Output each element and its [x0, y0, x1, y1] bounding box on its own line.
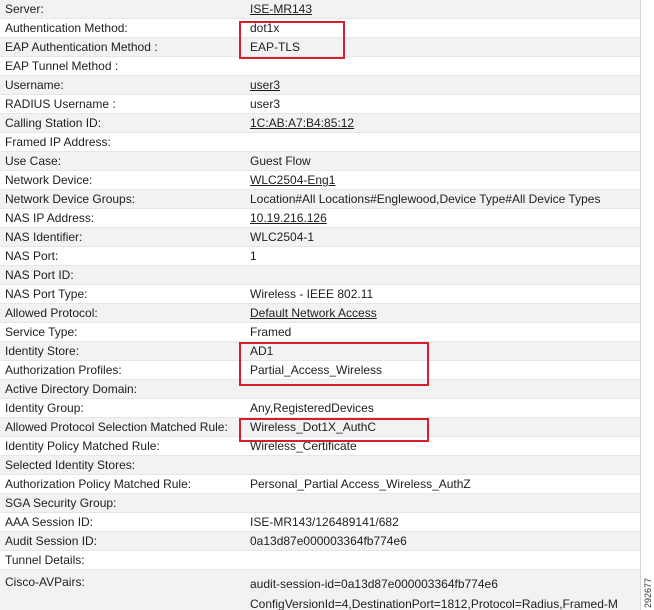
authentication-method-label: Authentication Method: — [5, 21, 128, 35]
detail-row-eap-tunnel-method: EAP Tunnel Method : — [0, 57, 640, 76]
allowed-protocol-label: Allowed Protocol: — [5, 306, 98, 320]
detail-row-tunnel-details: Tunnel Details: — [0, 551, 640, 570]
nas-port-type-label: NAS Port Type: — [5, 287, 88, 301]
audit-session-id-value: 0a13d87e000003364fb774e6 — [250, 534, 407, 548]
detail-row-aaa-session-id: AAA Session ID: ISE-MR143/126489141/682 — [0, 513, 640, 532]
radius-username-label: RADIUS Username : — [5, 97, 116, 111]
detail-row-sga-security-group: SGA Security Group: — [0, 494, 640, 513]
allowed-protocol-link[interactable]: Default Network Access — [250, 304, 377, 323]
authorization-policy-matched-rule-label: Authorization Policy Matched Rule: — [5, 477, 192, 491]
service-type-value: Framed — [250, 325, 292, 339]
detail-row-authorization-policy-matched-rule: Authorization Policy Matched Rule: Perso… — [0, 475, 640, 494]
framed-ip-address-label: Framed IP Address: — [5, 135, 111, 149]
detail-row-allowed-protocol: Allowed Protocol: Default Network Access — [0, 304, 640, 323]
detail-row-service-type: Service Type: Framed — [0, 323, 640, 342]
server-link[interactable]: ISE-MR143 — [250, 0, 312, 19]
network-device-link[interactable]: WLC2504-Eng1 — [250, 171, 335, 190]
allowed-protocol-selection-matched-rule-label: Allowed Protocol Selection Matched Rule: — [5, 420, 228, 434]
server-label: Server: — [5, 2, 44, 16]
detail-row-identity-policy-matched-rule: Identity Policy Matched Rule: Wireless_C… — [0, 437, 640, 456]
detail-row-nas-port-type: NAS Port Type: Wireless - IEEE 802.11 — [0, 285, 640, 304]
tunnel-details-label: Tunnel Details: — [5, 553, 85, 567]
username-label: Username: — [5, 78, 64, 92]
detail-row-allowed-protocol-selection-matched-rule: Allowed Protocol Selection Matched Rule:… — [0, 418, 640, 437]
nas-port-label: NAS Port: — [5, 249, 59, 263]
identity-group-label: Identity Group: — [5, 401, 84, 415]
service-type-label: Service Type: — [5, 325, 78, 339]
network-device-groups-value: Location#All Locations#Englewood,Device … — [250, 192, 601, 206]
sga-security-group-label: SGA Security Group: — [5, 496, 117, 510]
detail-row-active-directory-domain: Active Directory Domain: — [0, 380, 640, 399]
identity-store-value: AD1 — [250, 344, 274, 358]
authorization-profiles-value: Partial_Access_Wireless — [250, 363, 383, 377]
identity-store-label: Identity Store: — [5, 344, 80, 358]
audit-session-id-label: Audit Session ID: — [5, 534, 98, 548]
detail-row-nas-identifier: NAS Identifier: WLC2504-1 — [0, 228, 640, 247]
detail-row-eap-authentication-method: EAP Authentication Method : EAP-TLS — [0, 38, 640, 57]
nas-ip-address-label: NAS IP Address: — [5, 211, 95, 225]
use-case-label: Use Case: — [5, 154, 62, 168]
active-directory-domain-label: Active Directory Domain: — [5, 382, 138, 396]
nas-identifier-value: WLC2504-1 — [250, 230, 315, 244]
nas-port-type-value: Wireless - IEEE 802.11 — [250, 287, 374, 301]
cisco-avpairs-label: Cisco-AVPairs: — [5, 575, 85, 589]
detail-row-network-device: Network Device: WLC2504-Eng1 — [0, 171, 640, 190]
allowed-protocol-selection-matched-rule-value: Wireless_Dot1X_AuthC — [250, 420, 377, 434]
eap-authentication-method-label: EAP Authentication Method : — [5, 40, 158, 54]
eap-tunnel-method-label: EAP Tunnel Method : — [5, 59, 119, 73]
detail-row-nas-ip-address: NAS IP Address: 10.19.216.126 — [0, 209, 640, 228]
detail-row-calling-station-id: Calling Station ID: 1C:AB:A7:B4:85:12 — [0, 114, 640, 133]
detail-row-nas-port-id: NAS Port ID: — [0, 266, 640, 285]
network-device-groups-label: Network Device Groups: — [5, 192, 136, 206]
nas-port-value: 1 — [250, 249, 257, 263]
detail-row-radius-username: RADIUS Username : user3 — [0, 95, 640, 114]
nas-identifier-label: NAS Identifier: — [5, 230, 83, 244]
detail-row-server: Server: ISE-MR143 — [0, 0, 640, 19]
detail-row-authentication-method: Authentication Method: dot1x — [0, 19, 640, 38]
detail-row-network-device-groups: Network Device Groups: Location#All Loca… — [0, 190, 640, 209]
authentication-method-value: dot1x — [250, 21, 280, 35]
detail-row-audit-session-id: Audit Session ID: 0a13d87e000003364fb774… — [0, 532, 640, 551]
eap-authentication-method-value: EAP-TLS — [250, 40, 301, 54]
calling-station-id-link[interactable]: 1C:AB:A7:B4:85:12 — [250, 114, 354, 133]
radius-username-value: user3 — [250, 97, 281, 111]
detail-row-username: Username: user3 — [0, 76, 640, 95]
network-device-label: Network Device: — [5, 173, 93, 187]
nas-port-id-label: NAS Port ID: — [5, 268, 74, 282]
use-case-value: Guest Flow — [250, 154, 311, 168]
cisco-avpairs-value-line-1: audit-session-id=0a13d87e000003364fb774e… — [250, 577, 498, 591]
selected-identity-stores-label: Selected Identity Stores: — [5, 458, 136, 472]
detail-row-identity-store: Identity Store: AD1 — [0, 342, 640, 361]
detail-row-identity-group: Identity Group: Any,RegisteredDevices — [0, 399, 640, 418]
identity-policy-matched-rule-value: Wireless_Certificate — [250, 439, 357, 453]
nas-ip-address-link[interactable]: 10.19.216.126 — [250, 209, 327, 228]
detail-row-cisco-avpairs: Cisco-AVPairs: audit-session-id=0a13d87e… — [0, 570, 640, 610]
username-link[interactable]: user3 — [250, 76, 280, 95]
calling-station-id-label: Calling Station ID: — [5, 116, 102, 130]
detail-row-use-case: Use Case: Guest Flow — [0, 152, 640, 171]
aaa-session-id-label: AAA Session ID: — [5, 515, 94, 529]
figure-id-label: 292677 — [643, 577, 653, 608]
aaa-session-id-value: ISE-MR143/126489141/682 — [250, 515, 399, 529]
identity-group-value: Any,RegisteredDevices — [250, 401, 374, 415]
detail-row-selected-identity-stores: Selected Identity Stores: — [0, 456, 640, 475]
identity-policy-matched-rule-label: Identity Policy Matched Rule: — [5, 439, 160, 453]
detail-row-framed-ip-address: Framed IP Address: — [0, 133, 640, 152]
detail-row-authorization-profiles: Authorization Profiles: Partial_Access_W… — [0, 361, 640, 380]
detail-row-nas-port: NAS Port: 1 — [0, 247, 640, 266]
authentication-details-panel: Server: ISE-MR143 Authentication Method:… — [0, 0, 641, 610]
cisco-avpairs-value-line-2: ConfigVersionId=4,DestinationPort=1812,P… — [250, 597, 618, 610]
authorization-policy-matched-rule-value: Personal_Partial Access_Wireless_AuthZ — [250, 477, 471, 491]
authorization-profiles-label: Authorization Profiles: — [5, 363, 122, 377]
